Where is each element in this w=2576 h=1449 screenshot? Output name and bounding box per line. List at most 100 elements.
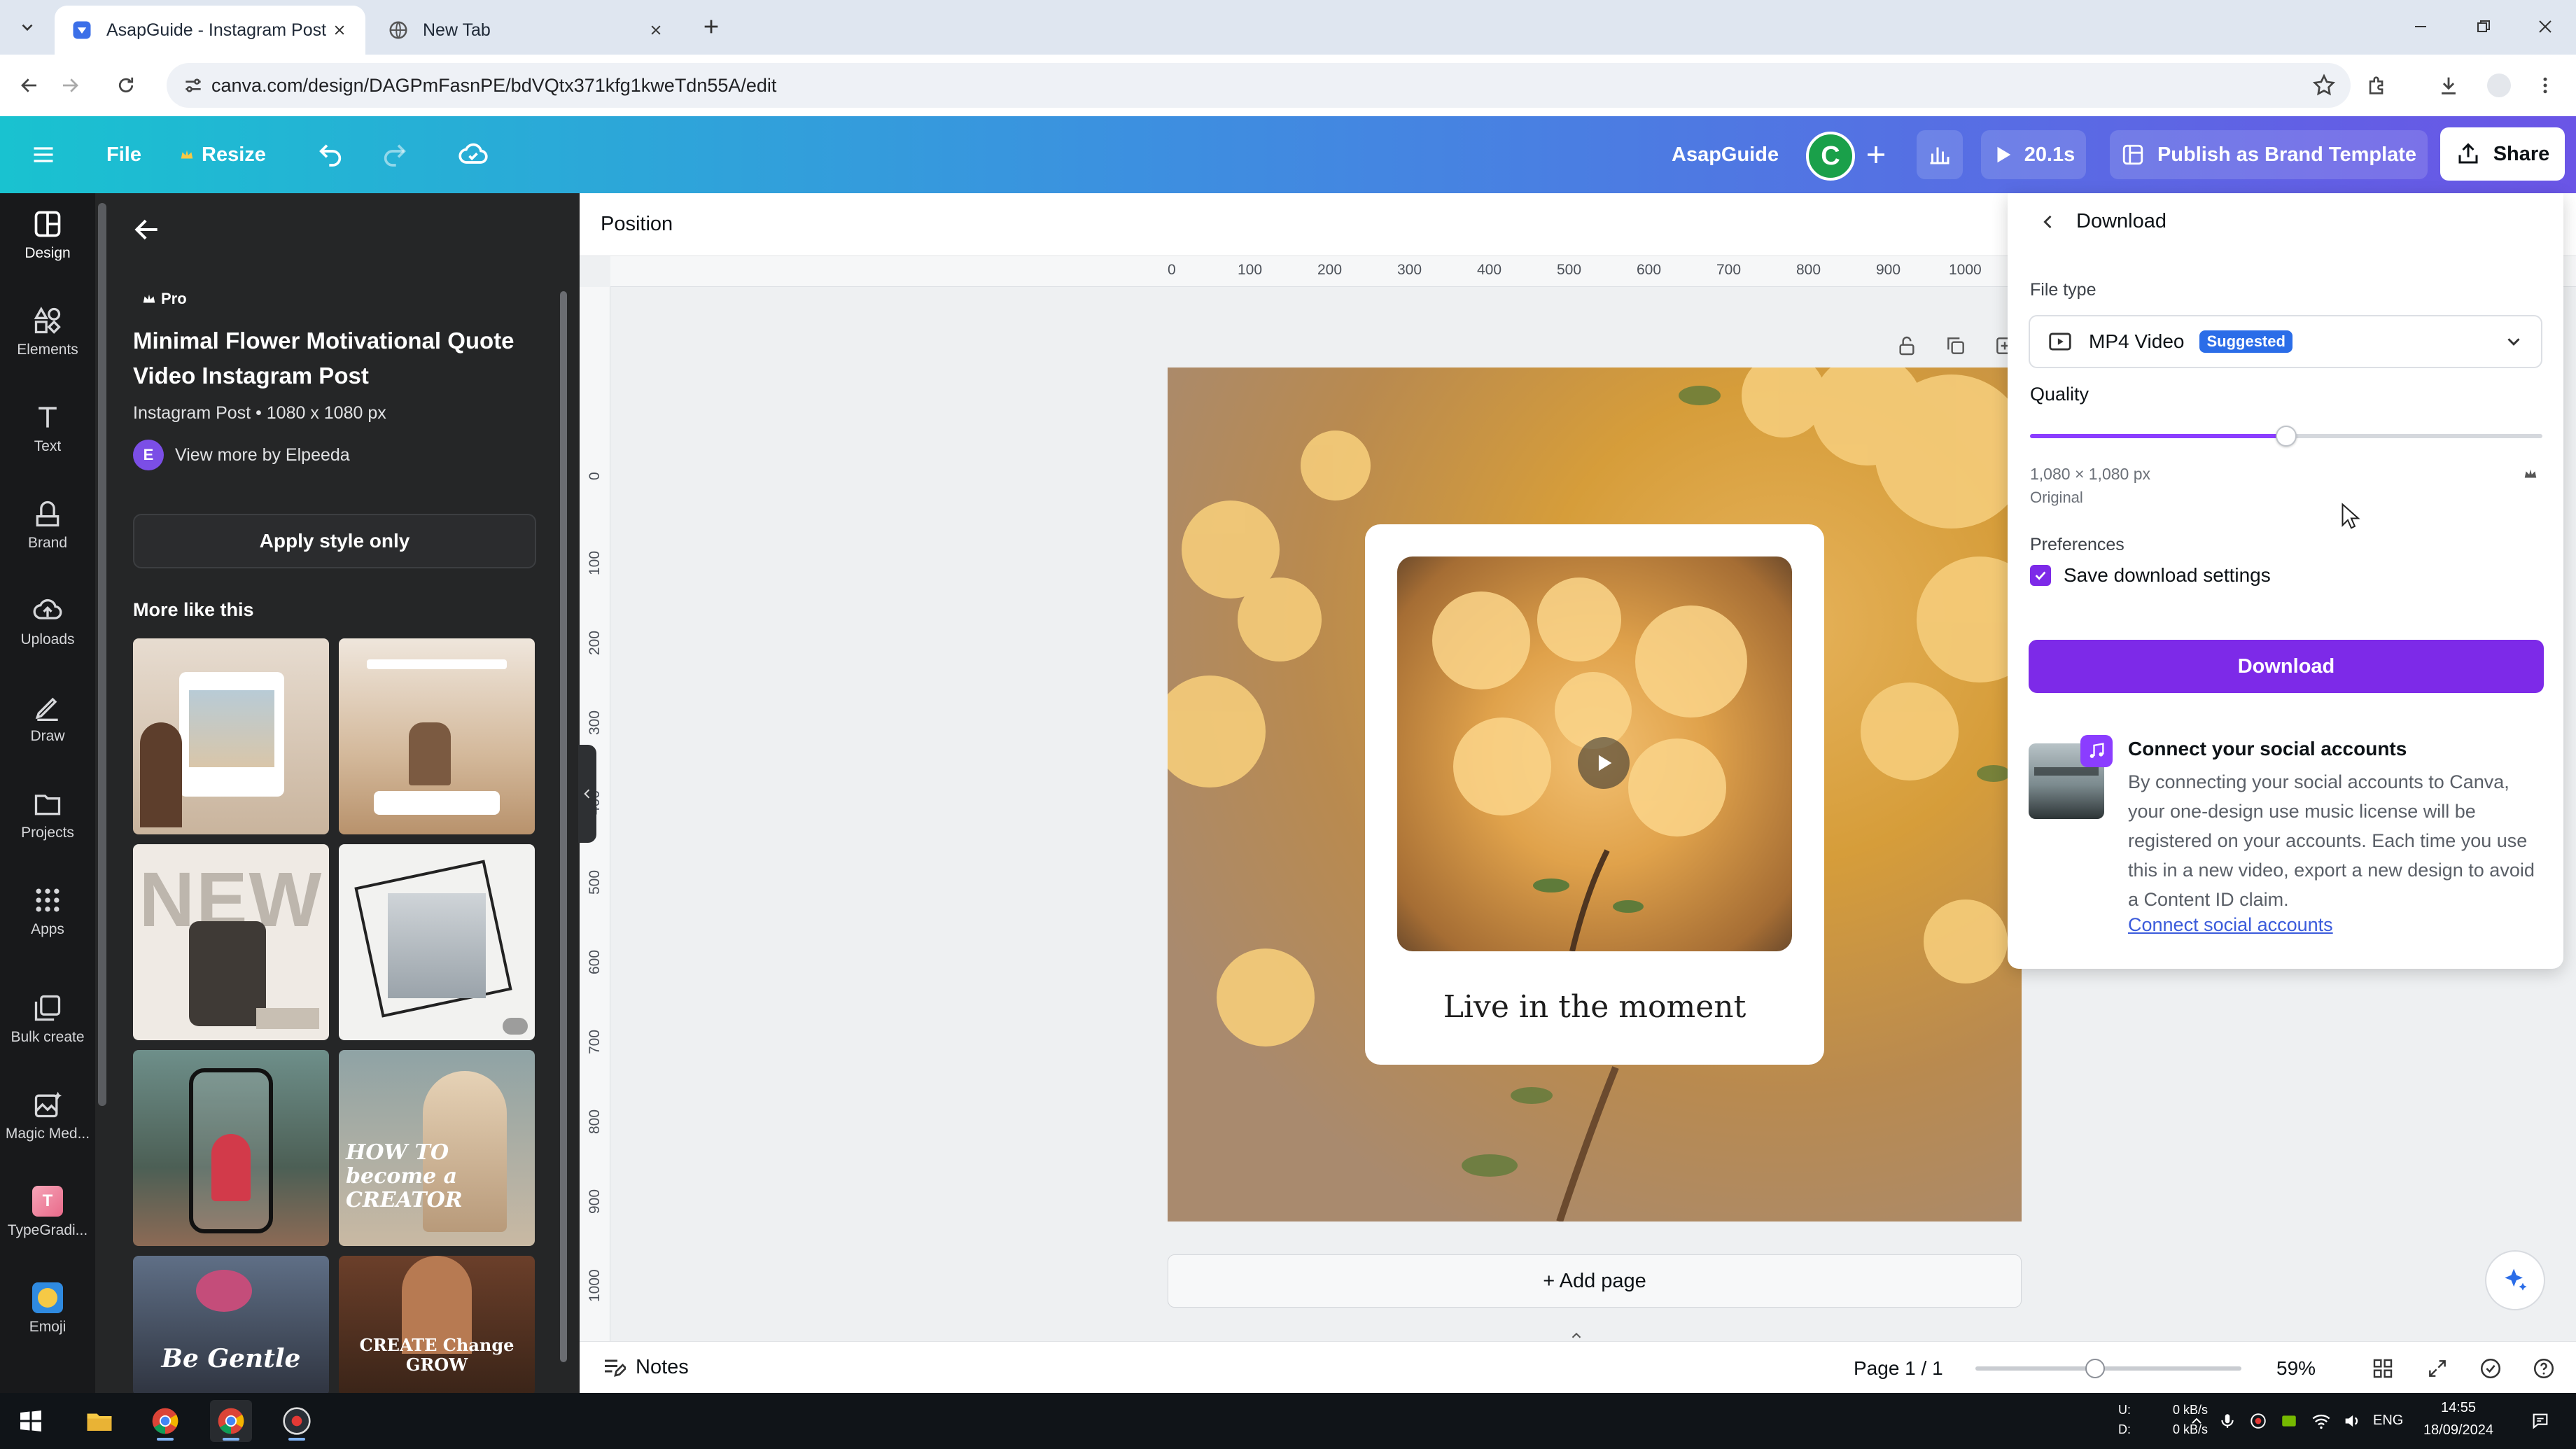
rail-item-emoji[interactable]: Emoji [0, 1267, 95, 1351]
panel-scrollbar[interactable] [557, 270, 570, 1390]
download-button[interactable]: Download [2029, 640, 2544, 693]
template-thumbnail[interactable] [133, 638, 329, 834]
file-explorer-button[interactable] [78, 1400, 120, 1442]
rail-item-design[interactable]: Design [0, 193, 95, 277]
close-tab-icon[interactable] [647, 21, 665, 39]
rail-item-brand[interactable]: Brand [0, 483, 95, 567]
rail-item-bulk-create[interactable]: Bulk create [0, 977, 95, 1061]
avatar[interactable]: C [1806, 132, 1855, 181]
rail-scrollbar[interactable] [98, 203, 106, 1106]
share-button[interactable]: Share [2440, 127, 2565, 181]
site-settings-icon[interactable] [182, 74, 204, 97]
restore-button[interactable] [2463, 11, 2505, 42]
rail-item-magic-media[interactable]: Magic Med... [0, 1074, 95, 1158]
microphone-button[interactable] [2213, 1400, 2241, 1442]
design-canvas-page[interactable]: Live in the moment [1168, 368, 2022, 1222]
connect-social-accounts-link[interactable]: Connect social accounts [2128, 914, 2333, 936]
save-settings-checkbox-row[interactable]: Save download settings [2030, 564, 2271, 587]
creator-link[interactable]: E View more by Elpeeda [133, 440, 350, 470]
grid-view-button[interactable] [2369, 1354, 2397, 1382]
browser-menu-button[interactable] [2530, 70, 2561, 101]
volume-button[interactable] [2338, 1400, 2366, 1442]
insights-button[interactable] [1917, 130, 1963, 179]
tray-nvidia-button[interactable] [2275, 1400, 2303, 1442]
template-thumbnail[interactable] [339, 638, 535, 834]
template-thumbnail[interactable]: HOW TO become a CREATOR [339, 1050, 535, 1246]
tray-overflow-button[interactable] [2183, 1400, 2211, 1442]
rail-item-projects[interactable]: Projects [0, 773, 95, 857]
template-thumbnail[interactable]: CREATE Change GROW [339, 1256, 535, 1396]
quality-slider[interactable] [2030, 426, 2542, 447]
clock-time[interactable]: 14:55 [2409, 1400, 2507, 1416]
redo-button[interactable] [381, 136, 409, 174]
check-button[interactable] [2477, 1354, 2505, 1382]
wifi-button[interactable] [2307, 1400, 2335, 1442]
rail-item-elements[interactable]: Elements [0, 290, 95, 374]
notes-button[interactable]: Notes [601, 1354, 689, 1380]
template-thumbnail[interactable]: Be Gentle [133, 1256, 329, 1396]
zoom-slider[interactable] [1975, 1366, 2241, 1371]
add-page-button[interactable]: + Add page [1168, 1254, 2022, 1308]
url-bar[interactable]: canva.com/design/DAGPmFasnPE/bdVQtx371kf… [167, 63, 2351, 108]
team-name[interactable]: AsapGuide [1672, 136, 1779, 174]
present-button[interactable]: 20.1s [1981, 130, 2086, 179]
lock-button[interactable] [1891, 330, 1922, 361]
forward-button[interactable] [53, 69, 87, 102]
publish-brand-template-button[interactable]: Publish as Brand Template [2110, 130, 2428, 179]
browser-tab-active[interactable]: AsapGuide - Instagram Post [55, 6, 365, 55]
arrow-left-icon[interactable] [132, 214, 162, 245]
invite-button[interactable] [1863, 136, 1889, 174]
input-language[interactable]: ENG [2373, 1413, 2403, 1429]
tab-search-button[interactable] [10, 11, 45, 43]
duplicate-page-button[interactable] [1940, 330, 1971, 361]
template-thumbnail[interactable]: NEW [133, 844, 329, 1040]
quality-slider-handle[interactable] [2276, 426, 2297, 447]
main-menu-button[interactable] [31, 136, 56, 174]
bookmark-star-icon[interactable] [2311, 73, 2337, 98]
file-menu-button[interactable]: File [106, 136, 141, 174]
profile-button[interactable] [2484, 70, 2514, 101]
new-tab-button[interactable] [697, 13, 725, 41]
back-button[interactable] [13, 69, 46, 102]
screen-recorder-button[interactable] [276, 1400, 318, 1442]
collapse-panel-handle[interactable] [578, 745, 596, 843]
tray-app-button[interactable] [2244, 1400, 2272, 1442]
rail-item-apps[interactable]: Apps [0, 869, 95, 953]
apply-style-button[interactable]: Apply style only [133, 514, 536, 568]
page-count[interactable]: Page 1 / 1 [1854, 1357, 1943, 1380]
help-button[interactable] [2530, 1354, 2558, 1382]
downloads-button[interactable] [2433, 70, 2464, 101]
download-panel-header[interactable]: Download [2038, 210, 2166, 233]
minimize-button[interactable] [2400, 11, 2442, 42]
chevron-left-icon[interactable] [2038, 212, 2058, 232]
rail-item-uploads[interactable]: Uploads [0, 580, 95, 664]
fullscreen-button[interactable] [2423, 1354, 2451, 1382]
save-settings-checkbox[interactable] [2030, 565, 2051, 586]
magic-assistant-button[interactable] [2485, 1250, 2545, 1310]
zoom-slider-handle[interactable] [2085, 1359, 2105, 1378]
clock-date[interactable]: 18/09/2024 [2409, 1422, 2507, 1438]
resize-button[interactable]: Resize [179, 136, 266, 174]
zoom-level[interactable]: 59% [2276, 1357, 2316, 1380]
video-element[interactable] [1397, 556, 1792, 951]
undo-button[interactable] [316, 136, 344, 174]
rail-item-typegradient[interactable]: T TypeGradi... [0, 1170, 95, 1254]
rail-item-draw[interactable]: Draw [0, 676, 95, 760]
close-tab-icon[interactable] [330, 21, 349, 39]
chrome-button-active[interactable] [210, 1400, 252, 1442]
template-thumbnail[interactable] [133, 1050, 329, 1246]
notifications-button[interactable] [2523, 1400, 2558, 1442]
rail-item-text[interactable]: Text [0, 386, 95, 470]
play-video-button[interactable] [1578, 737, 1630, 789]
position-button[interactable]: Position [601, 213, 673, 236]
chrome-button[interactable] [144, 1400, 186, 1442]
quote-card[interactable]: Live in the moment [1365, 524, 1824, 1065]
reload-button[interactable] [109, 69, 143, 102]
start-button[interactable] [10, 1400, 52, 1442]
close-window-button[interactable] [2524, 11, 2566, 42]
template-thumbnail[interactable] [339, 844, 535, 1040]
quote-text[interactable]: Live in the moment [1365, 989, 1824, 1025]
extensions-button[interactable] [2362, 70, 2393, 101]
browser-tab[interactable]: New Tab [371, 6, 682, 55]
save-status-button[interactable] [458, 136, 489, 174]
